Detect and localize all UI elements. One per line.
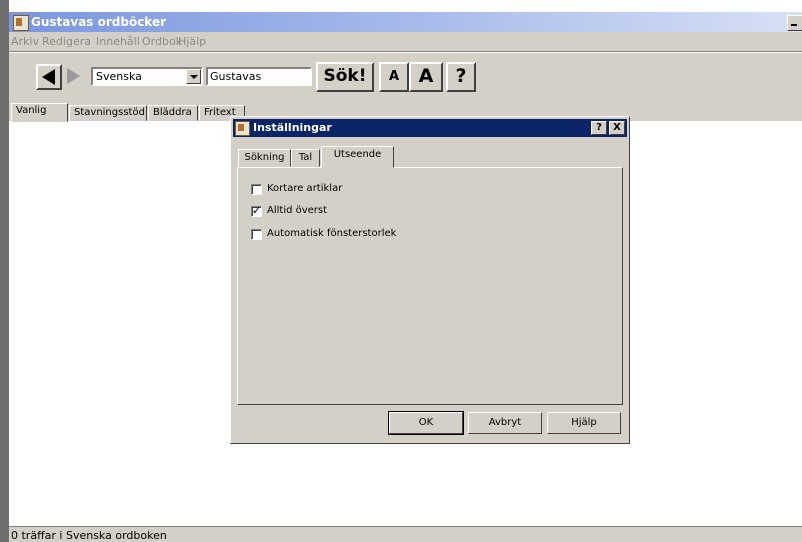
forward-button[interactable] [64,67,86,87]
forward-arrow-icon [67,68,80,84]
menu-hjalp[interactable]: Hjälp [178,35,206,48]
checkbox-automatisk-fonsterstorlek[interactable] [251,229,262,240]
status-bar: 0 träffar i Svenska ordboken [9,526,802,542]
tab-vanlig[interactable]: Vanlig [11,103,68,122]
desktop-edge [0,0,9,542]
help-button[interactable]: ? [446,62,476,92]
dialog-title: Inställningar [253,121,332,134]
dialog-help-button[interactable]: ? [591,121,607,135]
back-arrow-icon [42,69,55,85]
dialog-tab-tal[interactable]: Tal [291,149,320,167]
window-title: Gustavas ordböcker [31,15,167,29]
search-button[interactable]: Sök! [316,62,374,92]
label-automatisk-fonsterstorlek: Automatisk fönsterstorlek [267,228,397,239]
tab-bladdra[interactable]: Bläddra [148,105,198,121]
status-text: 0 träffar i Svenska ordboken [11,529,167,542]
menu-bar: Arkiv Redigera Innehåll Ordbok Hjälp [9,32,802,50]
settings-dialog: Inställningar ? X Sökning Tal Utseende K… [230,116,630,444]
checkbox-kortare-artiklar[interactable] [251,184,262,195]
font-smaller-button[interactable]: A [379,62,409,92]
chevron-down-icon[interactable] [186,69,201,84]
menu-redigera[interactable]: Redigera [42,35,91,48]
label-alltid-overst: Alltid överst [267,205,328,216]
app-icon [13,15,29,31]
toolbar-separator [9,51,802,53]
dialog-tab-utseende[interactable]: Utseende [321,146,394,168]
label-kortare-artiklar: Kortare artiklar [267,183,343,194]
minimize-button[interactable] [787,15,802,31]
dialog-tab-sokning[interactable]: Sökning [238,149,291,167]
dictionary-select[interactable]: Svenska [91,67,203,86]
dialog-title-bar: Inställningar ? X [233,119,627,137]
menu-innehall[interactable]: Innehåll [96,35,140,48]
dialog-close-button[interactable]: X [609,121,625,135]
ok-button[interactable]: OK [388,411,464,435]
dictionary-value: Svenska [96,70,142,83]
search-field[interactable] [206,67,312,86]
menu-arkiv[interactable]: Arkiv [11,35,39,48]
checkbox-alltid-overst[interactable] [251,204,262,217]
search-input[interactable] [208,69,306,84]
dialog-icon [235,121,250,136]
dialog-panel [237,167,623,405]
font-larger-button[interactable]: A [409,62,443,92]
desktop-top [9,0,802,12]
menu-ordbok[interactable]: Ordbok [142,35,182,48]
dialog-help-text-button[interactable]: Hjälp [547,412,621,434]
back-button[interactable] [36,64,62,90]
title-bar: Gustavas ordböcker [9,12,802,32]
cancel-button[interactable]: Avbryt [468,412,542,434]
tab-stavningsstod[interactable]: Stavningsstöd [69,105,147,121]
